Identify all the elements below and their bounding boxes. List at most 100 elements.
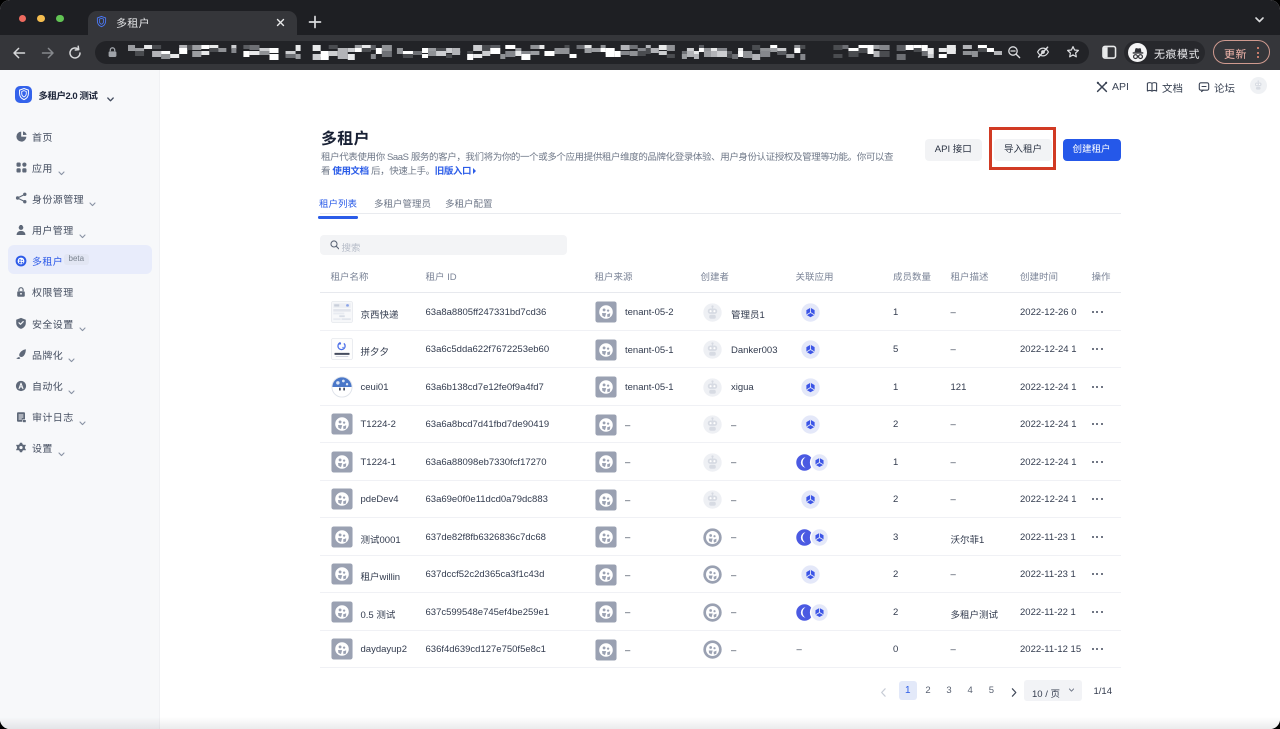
user-avatar[interactable] — [1250, 77, 1268, 95]
tab-tenant-config[interactable]: 多租户配置 — [445, 196, 493, 210]
forward-icon[interactable] — [40, 45, 56, 61]
sidebar-item-brush[interactable]: 品牌化 — [8, 339, 152, 368]
tenant-table: 租户名称 租户 ID 租户来源 创建者 关联应用 成员数量 租户描述 创建时间 … — [320, 255, 1121, 668]
sidebar-item-audit[interactable]: 审计日志 — [8, 401, 152, 430]
member-count: 1 — [893, 457, 898, 468]
sidebar-item-user[interactable]: 用户管理 — [8, 214, 152, 243]
row-actions[interactable] — [1092, 457, 1104, 463]
browser-menu-dots-icon[interactable] — [1257, 47, 1260, 61]
more-actions-icon[interactable] — [1092, 494, 1104, 500]
row-actions[interactable] — [1092, 644, 1104, 650]
browser-window: 多租户 无痕模式 更新 多租户2.0 测试 — [0, 0, 1280, 729]
sidebar-item-gear[interactable]: 设置 — [8, 432, 152, 461]
col-id: 租户 ID — [426, 269, 457, 283]
table-row[interactable]: daydayup2 636f4d639cd127e750f5e8c1 – – — [320, 631, 1121, 669]
audit-icon — [15, 410, 27, 422]
row-actions[interactable] — [1092, 307, 1104, 313]
nav-forum-link[interactable]: 论坛 — [1198, 78, 1238, 95]
table-row[interactable]: 京西快递 63a8a8805ff247331bd7cd36 tenant-05-… — [320, 293, 1121, 331]
browser-tab[interactable]: 多租户 — [88, 11, 297, 35]
app-cube — [800, 489, 821, 510]
window-zoom-button[interactable] — [56, 15, 64, 23]
window-close-button[interactable] — [19, 15, 27, 23]
api-button[interactable]: API 接口 — [925, 139, 983, 161]
page-size-select[interactable]: 10 / 页 — [1024, 680, 1082, 701]
eye-slash-icon[interactable] — [1036, 45, 1050, 59]
next-page-icon[interactable] — [1011, 685, 1018, 696]
bookmark-star-icon[interactable] — [1066, 45, 1080, 59]
sidebar-menu: 首页应用身份源管理用户管理多租户beta权限管理安全设置品牌化自动化审计日志设置 — [8, 121, 152, 464]
chrome-update-button[interactable]: 更新 — [1213, 40, 1270, 64]
row-actions[interactable] — [1092, 569, 1104, 575]
more-actions-icon[interactable] — [1092, 607, 1104, 613]
create-tenant-button[interactable]: 创建租户 — [1063, 139, 1121, 161]
row-actions[interactable] — [1092, 382, 1104, 388]
sidebar-item-apps[interactable]: 应用 — [8, 152, 152, 181]
table-row[interactable]: T1224-2 63a6a8bcd7d41fbd7de90419 – – — [320, 406, 1121, 444]
docs-link[interactable]: 使用文档 — [332, 166, 368, 177]
side-panel-icon[interactable] — [1102, 45, 1117, 60]
member-count: 2 — [893, 569, 898, 580]
more-actions-icon[interactable] — [1092, 307, 1104, 313]
app-icon — [809, 527, 830, 548]
prev-page-icon[interactable] — [880, 685, 887, 696]
nav-docs-link[interactable]: 文档 — [1146, 78, 1186, 95]
source-logo — [595, 564, 617, 586]
active-tab-underline — [318, 216, 358, 218]
tabstrip-chevron-down-icon[interactable] — [1253, 13, 1266, 26]
tab-close-icon[interactable] — [274, 16, 287, 29]
created-time: 2022-11-23 1 — [1020, 532, 1092, 543]
sidebar-item-auto[interactable]: 自动化 — [8, 370, 152, 399]
more-actions-icon[interactable] — [1092, 344, 1104, 350]
row-actions[interactable] — [1092, 419, 1104, 425]
tab-tenant-list[interactable]: 租户列表 — [319, 196, 357, 210]
legacy-link[interactable]: 旧版入口 — [435, 166, 476, 177]
incognito-chip: 无痕模式 — [1124, 41, 1205, 64]
row-actions[interactable] — [1092, 344, 1104, 350]
legacy-arrow-icon — [473, 168, 476, 174]
search-input[interactable]: 搜索 — [320, 235, 567, 256]
reload-icon[interactable] — [67, 45, 83, 61]
sidebar-item-lock[interactable]: 权限管理 — [8, 276, 152, 305]
pagination: 1 2 3 4 5 10 / 页 1/14 — [320, 680, 1121, 701]
more-actions-icon[interactable] — [1092, 569, 1104, 575]
row-actions[interactable] — [1092, 532, 1104, 538]
search-placeholder: 搜索 — [342, 240, 361, 254]
back-icon[interactable] — [11, 45, 27, 61]
app-cube — [800, 377, 821, 398]
address-bar[interactable] — [95, 41, 1089, 65]
table-row[interactable]: ceui01 63a6b138cd7e12fe0f9a4fd7 tenant-0… — [320, 368, 1121, 406]
table-row[interactable]: 拼夕夕 63a6c5dda622f7672253eb60 tenant-05-1… — [320, 331, 1121, 369]
page-1-button[interactable]: 1 — [899, 681, 918, 701]
created-time: 2022-12-24 1 — [1020, 344, 1092, 355]
page-3-button[interactable]: 3 — [940, 681, 958, 701]
table-row[interactable]: 测试0001 637de82f8fb6326836c7dc68 – – — [320, 518, 1121, 556]
page-4-button[interactable]: 4 — [961, 681, 979, 701]
sidebar-item-tenant[interactable]: 多租户beta — [8, 245, 152, 274]
table-row[interactable]: T1224-1 63a6a88098eb7330fcf17270 – – — [320, 443, 1121, 481]
row-actions[interactable] — [1092, 607, 1104, 613]
new-tab-button[interactable] — [305, 12, 325, 32]
more-actions-icon[interactable] — [1092, 419, 1104, 425]
table-row[interactable]: pdeDev4 63a69e0f0e11dcd0a79dc883 – – — [320, 481, 1121, 519]
created-time: 2022-12-24 1 — [1020, 382, 1092, 393]
zoom-out-icon[interactable] — [1007, 45, 1021, 59]
more-actions-icon[interactable] — [1092, 382, 1104, 388]
page-2-button[interactable]: 2 — [919, 681, 937, 701]
creator-ghost — [702, 452, 723, 473]
tenant-desc: – — [951, 344, 956, 355]
more-actions-icon[interactable] — [1092, 457, 1104, 463]
window-minimize-button[interactable] — [37, 15, 45, 23]
tab-tenant-admins[interactable]: 多租户管理员 — [374, 196, 431, 210]
sidebar-item-shield[interactable]: 安全设置 — [8, 308, 152, 337]
more-actions-icon[interactable] — [1092, 532, 1104, 538]
more-actions-icon[interactable] — [1092, 644, 1104, 650]
nav-api-link[interactable]: API — [1096, 78, 1134, 95]
update-label: 更新 — [1224, 46, 1247, 62]
sidebar-item-home[interactable]: 首页 — [8, 121, 152, 150]
page-5-button[interactable]: 5 — [982, 681, 1000, 701]
row-actions[interactable] — [1092, 494, 1104, 500]
sidebar-item-share[interactable]: 身份源管理 — [8, 183, 152, 212]
table-row[interactable]: 租户willin 637dccf52c2d365ca3f1c43d – – — [320, 556, 1121, 594]
table-row[interactable]: 0.5 测试 637c599548e745ef4be259e1 – – — [320, 593, 1121, 631]
